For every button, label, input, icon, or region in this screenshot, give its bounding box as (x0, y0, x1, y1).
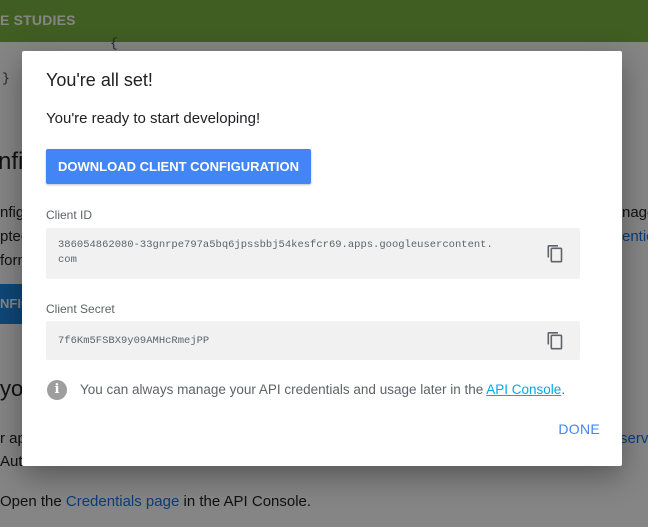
dialog-subtitle: You're ready to start developing! (46, 110, 261, 127)
api-console-link[interactable]: API Console (486, 382, 561, 397)
client-secret-value[interactable]: 7f6Km5FSBX9y09AMHcRmejPP (58, 334, 498, 349)
copy-icon[interactable] (546, 331, 564, 351)
client-id-value[interactable]: 386054862080-33gnrpe797a5bq6jpssbbj54kes… (58, 238, 498, 268)
info-message: You can always manage your API credentia… (80, 382, 487, 397)
client-secret-label: Client Secret (46, 302, 115, 316)
download-client-configuration-button[interactable]: DOWNLOAD CLIENT CONFIGURATION (46, 149, 311, 184)
info-text: You can always manage your API credentia… (80, 382, 565, 397)
dialog-title: You're all set! (46, 70, 153, 90)
info-row: i You can always manage your API credent… (46, 379, 606, 401)
info-period: . (561, 382, 566, 397)
client-secret-field[interactable]: 7f6Km5FSBX9y09AMHcRmejPP (46, 321, 580, 360)
client-id-label: Client ID (46, 208, 93, 222)
credentials-dialog: You're all set! You're ready to start de… (22, 51, 622, 466)
done-button[interactable]: DONE (558, 421, 600, 437)
info-icon: i (47, 380, 67, 400)
copy-icon[interactable] (546, 244, 564, 264)
client-id-field[interactable]: 386054862080-33gnrpe797a5bq6jpssbbj54kes… (46, 228, 580, 279)
